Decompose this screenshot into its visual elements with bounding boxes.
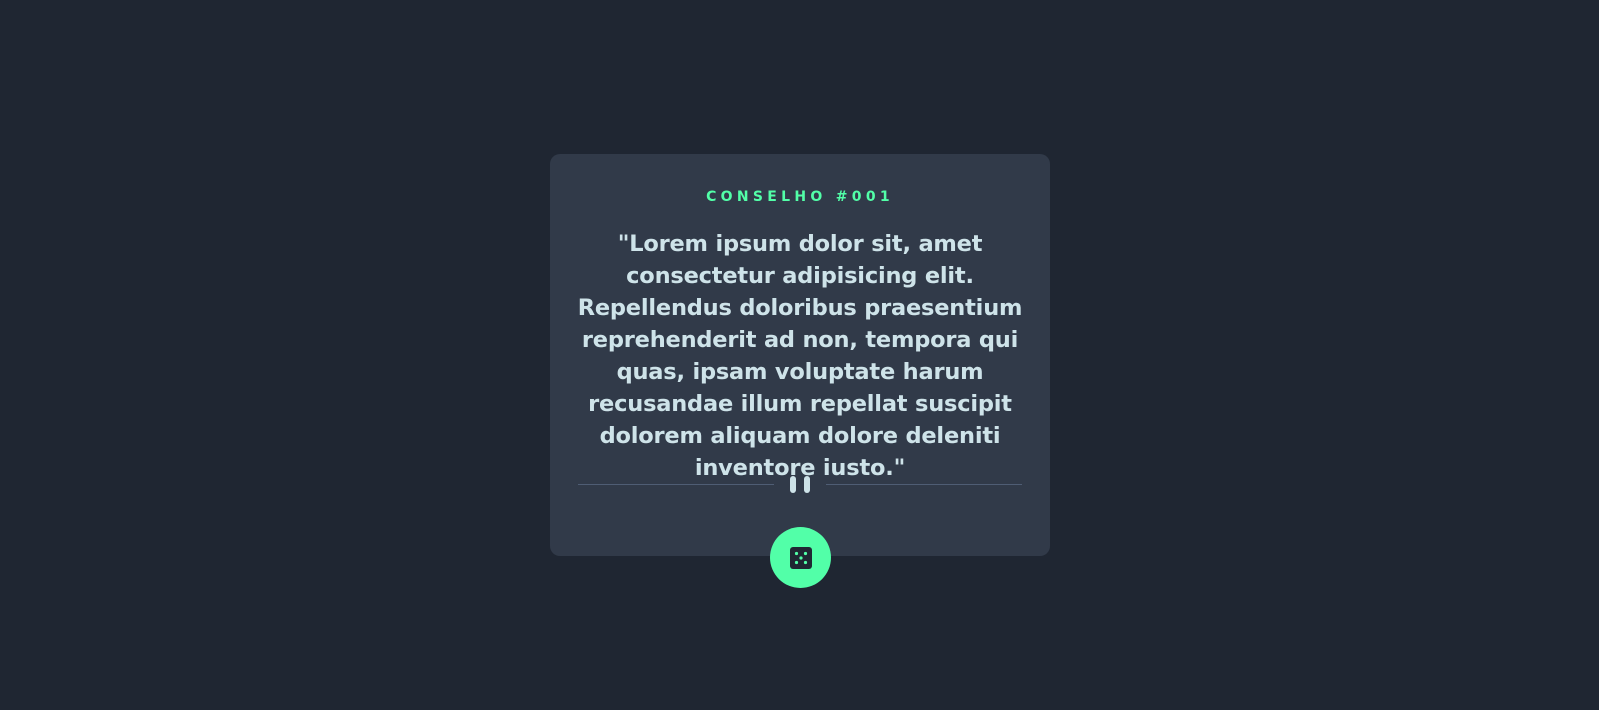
pause-icon-bar-left	[790, 476, 796, 493]
divider-line-left	[578, 484, 774, 485]
pause-icon-bar-right	[804, 476, 810, 493]
divider	[578, 474, 1022, 494]
new-advice-button[interactable]	[770, 527, 831, 588]
advice-card: CONSELHO #001 "Lorem ipsum dolor sit, am…	[550, 154, 1050, 556]
divider-line-right	[826, 484, 1022, 485]
pause-icon	[789, 476, 811, 493]
advice-id-label: CONSELHO #001	[706, 189, 894, 205]
advice-quote: "Lorem ipsum dolor sit, amet consectetur…	[577, 231, 1023, 481]
dice-icon	[789, 546, 812, 569]
